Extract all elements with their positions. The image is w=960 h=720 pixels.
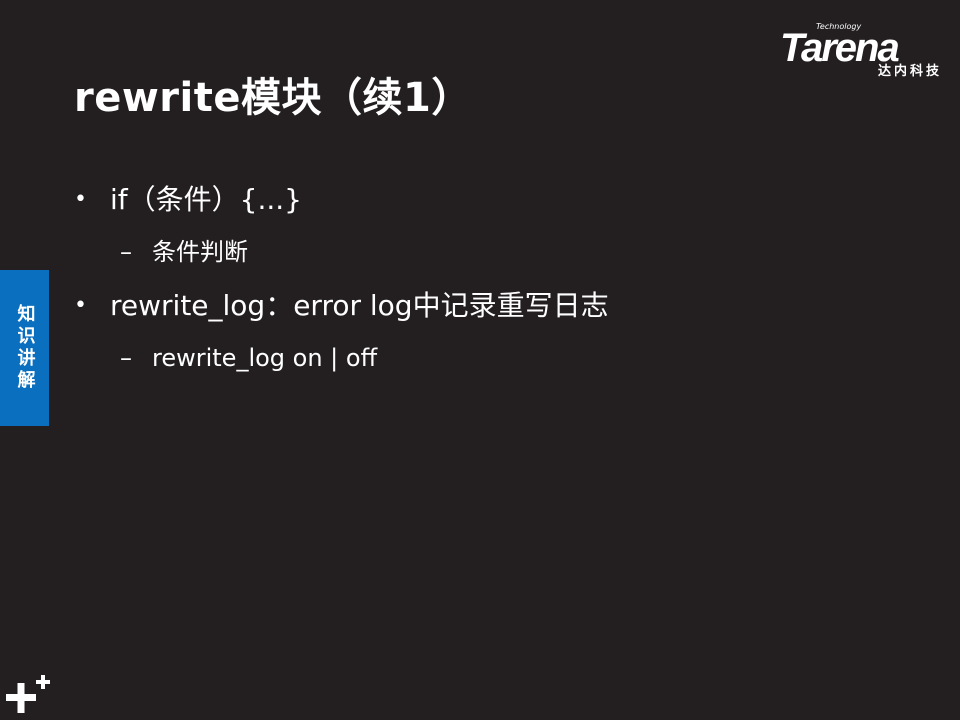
bullet-item: • if（条件）{...} bbox=[74, 178, 934, 222]
sub-bullet-item: – rewrite_log on | off bbox=[74, 338, 934, 378]
sub-bullet-text: 条件判断 bbox=[152, 238, 248, 266]
side-tab: 知识讲解 bbox=[0, 270, 49, 426]
bullet-text: rewrite_log：error log中记录重写日志 bbox=[110, 289, 609, 322]
tarena-logo: Technology Tarena 达内科技 bbox=[780, 22, 948, 84]
bullet-icon: • bbox=[74, 293, 87, 318]
sub-bullet-text: rewrite_log on | off bbox=[152, 344, 378, 372]
slide-content: • if（条件）{...} – 条件判断 • rewrite_log：error… bbox=[74, 178, 934, 378]
bullet-icon: • bbox=[74, 187, 87, 212]
logo-wordmark: Tarena bbox=[780, 26, 900, 70]
side-tab-label: 知识讲解 bbox=[14, 304, 36, 392]
bullet-item: • rewrite_log：error log中记录重写日志 bbox=[74, 284, 934, 328]
slide-title: rewrite模块（续1） bbox=[74, 75, 472, 121]
dash-icon: – bbox=[120, 344, 132, 372]
dash-icon: – bbox=[120, 238, 132, 266]
sub-bullet-item: – 条件判断 bbox=[74, 232, 934, 272]
bullet-text: if（条件）{...} bbox=[110, 183, 302, 216]
logo-subtitle: 达内科技 bbox=[877, 64, 942, 79]
plus-icon bbox=[6, 675, 50, 713]
